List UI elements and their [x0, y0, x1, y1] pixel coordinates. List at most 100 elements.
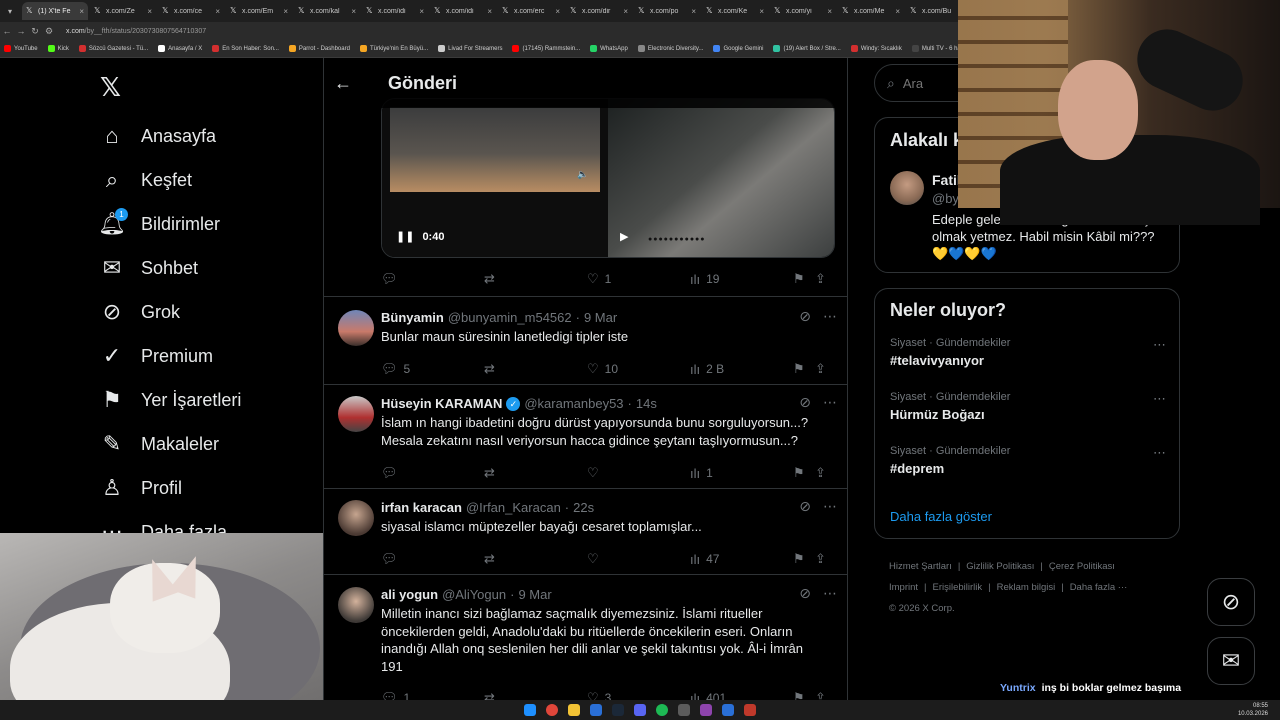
reply-button[interactable]: 💬︎ 5	[381, 361, 484, 377]
share-button[interactable]: ⇪	[815, 551, 835, 567]
reply-icon[interactable]: 💬︎	[381, 271, 484, 287]
bookmark-item[interactable]: WhatsApp	[590, 45, 628, 52]
post-time[interactable]: 22s	[573, 500, 594, 515]
app-icon[interactable]	[744, 704, 756, 716]
tab-search-icon[interactable]: ▾	[0, 0, 20, 22]
grok-icon[interactable]: ⊘	[799, 308, 811, 325]
pause-icon[interactable]: ❚❚	[396, 230, 414, 243]
reload-icon[interactable]: ↻	[28, 26, 42, 37]
close-tab-icon[interactable]: ×	[147, 7, 152, 16]
folder-icon[interactable]	[568, 704, 580, 716]
post[interactable]: irfan karacan @Irfan_Karacan · 22s ⊘ ⋯ siyasal…	[324, 488, 847, 575]
more-options-icon[interactable]: ⋯	[1153, 445, 1166, 461]
bookmark-button[interactable]: ⚑	[793, 465, 815, 481]
repost-icon[interactable]: ⇄	[484, 271, 587, 287]
nav-item-2[interactable]: ⌕ Keşfet	[100, 165, 192, 195]
bookmark-item[interactable]: En Son Haber: Son...	[212, 45, 279, 52]
post-media[interactable]: 🔈 ❚❚ 0:40 ▶ ●●●●●●●●●●●	[381, 98, 835, 258]
more-options-icon[interactable]: ⋯	[823, 498, 837, 515]
bookmark-item[interactable]: Kick	[47, 45, 69, 52]
browser-tab[interactable]: 𝕏x.com/Em ×	[226, 2, 292, 20]
trend-item[interactable]: Siyaset · Gündemdekiler #deprem ⋯	[890, 445, 1166, 476]
nav-item-5[interactable]: ⊘ Grok	[100, 297, 180, 327]
avatar[interactable]	[890, 171, 924, 205]
share-icon[interactable]: ⇪	[815, 271, 832, 287]
nav-item-7[interactable]: ⚑ Yer İşaretleri	[100, 385, 241, 415]
browser-tab[interactable]: 𝕏x.com/po ×	[634, 2, 700, 20]
x-logo-icon[interactable]: 𝕏	[100, 72, 121, 103]
video-right[interactable]: ▶ ●●●●●●●●●●●	[608, 99, 834, 257]
app-icon[interactable]	[590, 704, 602, 716]
close-tab-icon[interactable]: ×	[555, 7, 560, 16]
footer-link[interactable]: Gizlilik Politikası	[966, 561, 1034, 572]
avatar[interactable]	[338, 587, 374, 623]
bookmark-button[interactable]: ⚑	[793, 361, 815, 377]
bookmark-item[interactable]: Electronic Diversity...	[637, 45, 703, 52]
messages-fab[interactable]: ✉	[1207, 637, 1255, 685]
avatar[interactable]	[338, 310, 374, 346]
grok-icon[interactable]: ⊘	[799, 394, 811, 411]
bookmark-item[interactable]: Livad For Streamers	[438, 45, 502, 52]
close-tab-icon[interactable]: ×	[487, 7, 492, 16]
grok-icon[interactable]: ⊘	[799, 585, 811, 602]
post[interactable]: ali yogun @AliYogun · 9 Mar ⊘ ⋯ Milletin inanc…	[324, 575, 847, 716]
like-button[interactable]: ♡ 10	[587, 361, 690, 377]
grok-icon[interactable]: ⊘	[799, 498, 811, 515]
share-button[interactable]: ⇪	[815, 361, 835, 377]
post-time[interactable]: 9 Mar	[518, 587, 551, 602]
post-time[interactable]: 14s	[636, 396, 657, 411]
volume-icon[interactable]: 🔈	[577, 169, 588, 180]
spotify-icon[interactable]	[656, 704, 668, 716]
like-button[interactable]: ♡ 1	[587, 271, 690, 287]
trend-item[interactable]: Siyaset · Gündemdekiler Hürmüz Boğazı ⋯	[890, 391, 1166, 422]
nav-item-8[interactable]: ✎ Makaleler	[100, 429, 219, 459]
close-tab-icon[interactable]: ×	[759, 7, 764, 16]
repost-button[interactable]: ⇄	[484, 361, 587, 377]
back-arrow-icon[interactable]: ←	[334, 73, 374, 94]
bookmark-item[interactable]: Türkiye'nin En Büyü...	[359, 45, 428, 52]
trend-item[interactable]: Siyaset · Gündemdekiler #telavivyanıyor ⋯	[890, 337, 1166, 368]
post-author-name[interactable]: Hüseyin KARAMAN	[381, 396, 502, 411]
nav-item-9[interactable]: ♙ Profil	[100, 473, 182, 503]
browser-tab[interactable]: 𝕏x.com/dir ×	[566, 2, 632, 20]
repost-button[interactable]: ⇄	[484, 465, 587, 481]
browser-tab[interactable]: 𝕏x.com/yi ×	[770, 2, 836, 20]
repost-button[interactable]: ⇄	[484, 551, 587, 567]
bookmark-item[interactable]: Windy: Sıcaklık	[850, 45, 902, 52]
footer-link[interactable]: Çerez Politikası	[1049, 561, 1115, 572]
bookmark-item[interactable]: YouTube	[4, 45, 38, 52]
steam-icon[interactable]	[612, 704, 624, 716]
close-tab-icon[interactable]: ×	[691, 7, 696, 16]
reply-button[interactable]: 💬︎	[381, 465, 484, 481]
avatar[interactable]	[338, 396, 374, 432]
grok-fab[interactable]: ⊘	[1207, 578, 1255, 626]
browser-tab[interactable]: 𝕏x.com/ce ×	[158, 2, 224, 20]
chrome-icon[interactable]	[546, 704, 558, 716]
post-author-name[interactable]: irfan karacan	[381, 500, 462, 515]
close-tab-icon[interactable]: ×	[351, 7, 356, 16]
bookmark-item[interactable]: Google Gemini	[713, 45, 763, 52]
post-time[interactable]: 9 Mar	[584, 310, 617, 325]
bookmark-item[interactable]: (19) Alert Box / Stre...	[773, 45, 841, 52]
close-tab-icon[interactable]: ×	[419, 7, 424, 16]
video-controls[interactable]: ❚❚ 0:40	[396, 230, 444, 244]
video-left[interactable]: 🔈 ❚❚ 0:40	[382, 99, 608, 257]
system-clock[interactable]: 08:55 10.03.2026	[1238, 702, 1268, 718]
post-author-name[interactable]: Bünyamin	[381, 310, 444, 325]
browser-tab[interactable]: 𝕏x.com/Me ×	[838, 2, 904, 20]
footer-link[interactable]: Hizmet Şartları	[889, 561, 952, 572]
show-more-link[interactable]: Daha fazla göster	[890, 509, 992, 524]
close-tab-icon[interactable]: ×	[215, 7, 220, 16]
footer-link[interactable]: Imprint	[889, 582, 918, 593]
like-button[interactable]: ♡	[587, 465, 690, 481]
forward-arrow-icon[interactable]: →	[14, 26, 28, 36]
close-tab-icon[interactable]: ×	[79, 7, 84, 16]
browser-tab[interactable]: 𝕏x.com/idi ×	[362, 2, 428, 20]
more-options-icon[interactable]: ⋯	[823, 394, 837, 411]
post-handle[interactable]: @karamanbey53	[524, 396, 623, 411]
more-options-icon[interactable]: ⋯	[1153, 337, 1166, 353]
bookmark-icon[interactable]: ⚑	[793, 271, 815, 287]
post[interactable]: Hüseyin KARAMAN ✓ @karamanbey53 · 14s ⊘ ⋯ İslam…	[324, 384, 847, 489]
post-handle[interactable]: @AliYogun	[442, 587, 506, 602]
share-button[interactable]: ⇪	[815, 465, 835, 481]
